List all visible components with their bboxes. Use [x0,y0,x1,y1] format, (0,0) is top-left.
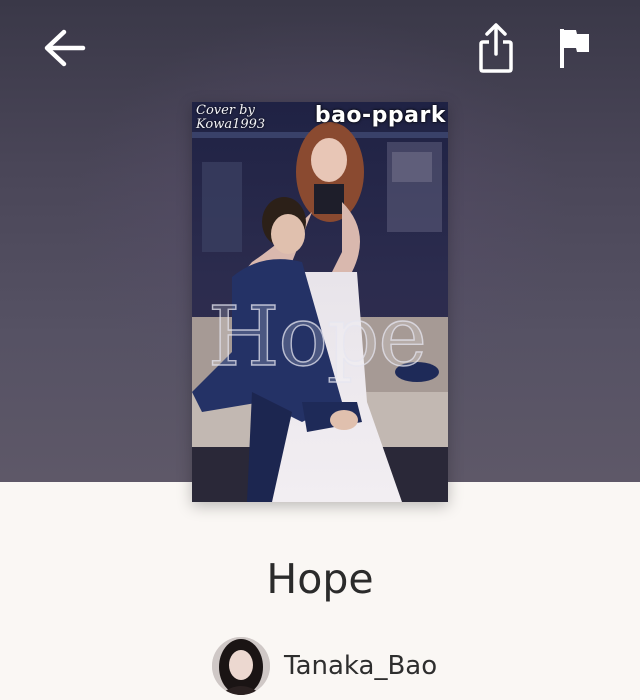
author-link[interactable]: Tanaka_Bao [212,636,437,696]
cover-title-overlay: Hope [207,289,427,385]
flag-icon[interactable] [556,26,592,70]
story-title: Hope [266,555,374,603]
author-avatar[interactable] [212,637,270,695]
cover-credit-line: Cover by [196,103,255,118]
cover-credit-text: Cover by Kowa1993 [196,104,266,132]
share-icon[interactable] [475,22,517,74]
cover-author-watermark: bao-ppark [314,103,446,128]
story-cover-image[interactable]: Cover by Kowa1993 bao-ppark Hope [192,102,448,502]
back-arrow-icon[interactable] [40,27,86,69]
author-name[interactable]: Tanaka_Bao [284,651,437,681]
cover-credit-line: Kowa1993 [196,117,266,132]
